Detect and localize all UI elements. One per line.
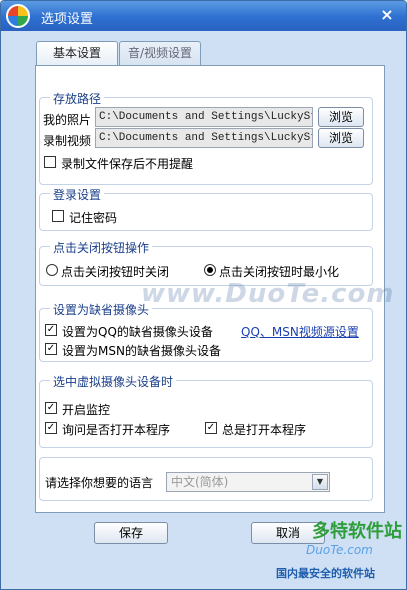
close-button[interactable]: × xyxy=(376,5,398,25)
minimize-on-click-radio[interactable] xyxy=(204,264,216,276)
enable-monitor-checkbox[interactable]: ✓ xyxy=(45,402,57,414)
msn-default-camera-checkbox[interactable]: ✓ xyxy=(45,343,57,355)
video-browse-button[interactable]: 浏览 xyxy=(318,128,364,148)
no-prompt-checkbox[interactable] xyxy=(44,156,56,168)
no-prompt-label: 录制文件保存后不用提醒 xyxy=(61,157,194,171)
close-action-legend: 点击关闭按钮操作 xyxy=(50,239,153,256)
video-path-input[interactable]: C:\Documents and Settings\LuckyStar\ xyxy=(95,128,313,148)
close-on-click-radio[interactable] xyxy=(46,264,58,276)
logo-slogan: 国内最安全的软件站 xyxy=(276,567,375,580)
logo-site: DuoTe.com xyxy=(306,543,373,557)
language-select[interactable]: 中文(简体) ▼ xyxy=(166,472,330,492)
always-open-label: 总是打开本程序 xyxy=(222,423,307,437)
tab-av-settings[interactable]: 音/视频设置 xyxy=(119,41,201,66)
video-source-settings-link[interactable]: QQ、MSN视频源设置 xyxy=(241,323,359,340)
logo-brand: 多特软件站 xyxy=(312,521,402,542)
window-title: 选项设置 xyxy=(41,12,94,27)
chevron-down-icon[interactable]: ▼ xyxy=(312,474,328,490)
default-camera-legend: 设置为缺省摄像头 xyxy=(50,301,153,318)
photo-label: 我的照片 xyxy=(43,113,92,127)
always-open-checkbox[interactable]: ✓ xyxy=(205,422,217,434)
tab-basic-settings[interactable]: 基本设置 xyxy=(36,41,118,66)
app-logo-icon xyxy=(6,4,30,28)
save-button[interactable]: 保存 xyxy=(94,522,168,544)
enable-monitor-label: 开启监控 xyxy=(62,403,111,417)
storage-legend: 存放路径 xyxy=(50,90,105,107)
close-on-click-label: 点击关闭按钮时关闭 xyxy=(61,265,170,279)
photo-path-input[interactable]: C:\Documents and Settings\LuckyStar\ xyxy=(95,107,313,127)
language-select-value: 中文(简体) xyxy=(171,475,229,489)
ask-open-checkbox[interactable]: ✓ xyxy=(45,422,57,434)
language-label: 请选择你想要的语言 xyxy=(45,476,154,490)
minimize-on-click-label: 点击关闭按钮时最小化 xyxy=(219,265,340,279)
photo-browse-button[interactable]: 浏览 xyxy=(318,107,364,127)
ask-open-label: 询问是否打开本程序 xyxy=(62,423,171,437)
video-label: 录制视频 xyxy=(43,134,92,148)
watermark-text: www.DuoTe.com xyxy=(141,279,395,309)
remember-password-checkbox[interactable] xyxy=(52,210,64,222)
qq-default-camera-label: 设置为QQ的缺省摄像头设备 xyxy=(62,325,213,339)
virtual-camera-legend: 选中虚拟摄像头设备时 xyxy=(50,373,177,390)
remember-password-label: 记住密码 xyxy=(69,211,118,225)
options-window: 选项设置 × 基本设置 音/视频设置 存放路径 我的照片 C:\Document… xyxy=(0,0,407,590)
site-logo: 多特软件站 DuoTe.com 国内最安全的软件站 xyxy=(276,509,406,589)
msn-default-camera-label: 设置为MSN的缺省摄像头设备 xyxy=(62,344,221,358)
login-legend: 登录设置 xyxy=(50,186,105,203)
title-bar[interactable]: 选项设置 × xyxy=(1,1,406,31)
qq-default-camera-checkbox[interactable]: ✓ xyxy=(45,324,57,336)
